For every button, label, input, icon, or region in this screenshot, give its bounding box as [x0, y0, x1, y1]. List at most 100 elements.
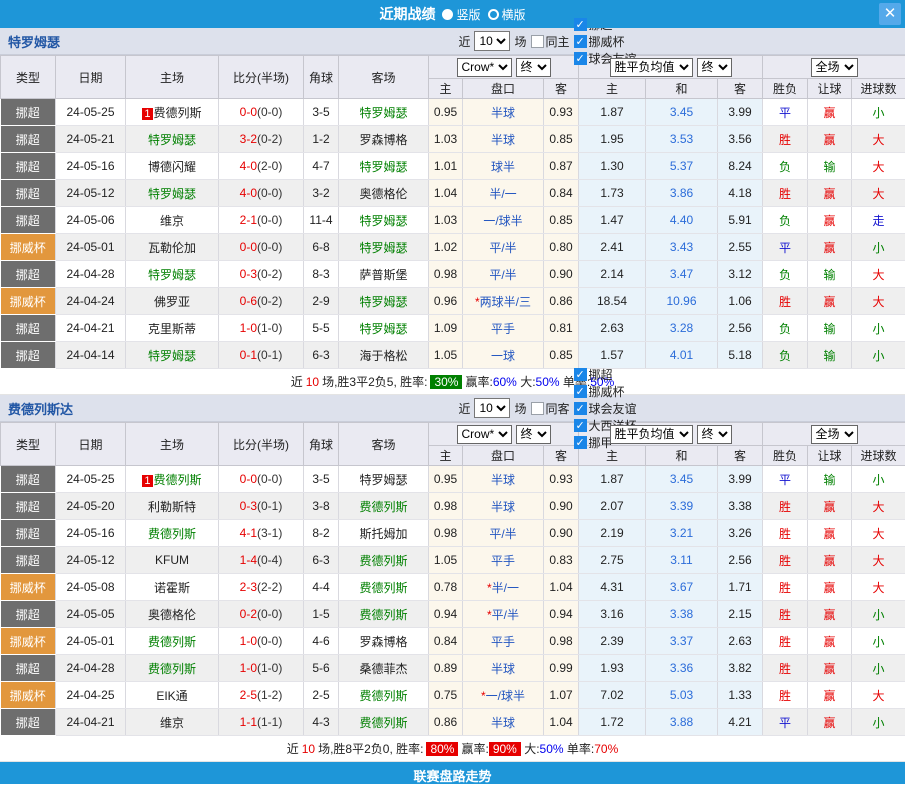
- half-time-score: (0-1): [257, 499, 282, 513]
- handicap-time-select[interactable]: 终: [516, 58, 551, 77]
- handicap-result-cell: 输: [808, 261, 852, 288]
- same-venue-filter[interactable]: 同主: [531, 33, 570, 50]
- scope-select[interactable]: 全场: [811, 58, 858, 77]
- home-team-cell: 1费德列斯: [126, 99, 219, 126]
- result-cell: 胜: [763, 126, 808, 153]
- corners-cell: 2-5: [304, 682, 339, 709]
- league-filter[interactable]: 挪威杯: [574, 383, 637, 400]
- match-count-select[interactable]: 10: [474, 31, 510, 51]
- league-filter-checkbox[interactable]: [574, 385, 587, 398]
- league-filter[interactable]: 挪超: [574, 366, 637, 383]
- footer-link-league-trend[interactable]: 联赛盘路走势: [0, 762, 905, 784]
- handicap-line-cell: *两球半/三: [463, 288, 544, 315]
- summary-part-value: 90%: [489, 742, 521, 756]
- handicap-home-odds: 0.94: [429, 601, 463, 628]
- handicap-away-odds: 0.93: [544, 466, 579, 493]
- bookmaker-select[interactable]: Crow*: [457, 58, 512, 77]
- league-type-cell: 挪超: [1, 315, 56, 342]
- handicap-home-odds: 1.02: [429, 234, 463, 261]
- match-date: 24-05-12: [56, 180, 126, 207]
- score-cell: 2-1(0-0): [219, 207, 304, 234]
- handicap-result-cell: 赢: [808, 709, 852, 736]
- home-team-cell: 1费德列斯: [126, 466, 219, 493]
- home-team-cell: 费德列斯: [126, 628, 219, 655]
- full-time-score: 0-0: [240, 240, 257, 254]
- away-team-cell: 萨普斯堡: [339, 261, 429, 288]
- league-type-cell: 挪超: [1, 342, 56, 369]
- away-team-name: 费德列斯: [359, 581, 407, 595]
- results-body: 挪超24-05-251费德列斯0-0(0-0)3-5特罗姆瑟0.95半球0.93…: [1, 466, 905, 736]
- goals-result-cell: 小: [852, 601, 905, 628]
- home-team-cell: 费德列斯: [126, 520, 219, 547]
- avg-odds-select[interactable]: 胜平负均值: [610, 58, 693, 77]
- same-venue-checkbox[interactable]: [531, 35, 544, 48]
- away-team-name: 费德列斯: [359, 554, 407, 568]
- odds-home-cell: 7.02: [579, 682, 646, 709]
- full-time-score: 4-0: [240, 186, 257, 200]
- odds-draw-cell: 3.36: [646, 655, 718, 682]
- home-team-cell: 维京: [126, 709, 219, 736]
- league-filter[interactable]: 球会友谊: [574, 400, 637, 417]
- radio-selected-icon[interactable]: [442, 9, 453, 20]
- match-count-select[interactable]: 10: [474, 398, 510, 418]
- handicap-line-cell: 平手: [463, 547, 544, 574]
- match-date: 24-05-25: [56, 99, 126, 126]
- away-team-name: 费德列斯: [359, 716, 407, 730]
- layout-vertical-radio[interactable]: 竖版: [442, 6, 480, 23]
- league-type-cell: 挪超: [1, 520, 56, 547]
- half-time-score: (0-0): [257, 634, 282, 648]
- same-venue-checkbox[interactable]: [531, 402, 544, 415]
- league-filter-checkbox[interactable]: [574, 402, 587, 415]
- handicap-time-select[interactable]: 终: [516, 425, 551, 444]
- half-time-score: (1-1): [257, 715, 282, 729]
- match-row: 挪超24-04-21克里斯蒂1-0(1-0)5-5特罗姆瑟1.09平手0.812…: [1, 315, 905, 342]
- full-time-score: 1-0: [240, 634, 257, 648]
- league-filter-checkbox[interactable]: [574, 436, 587, 449]
- odds-home-cell: 2.75: [579, 547, 646, 574]
- league-filter-checkbox[interactable]: [574, 52, 587, 65]
- away-team-cell: 费德列斯: [339, 493, 429, 520]
- goals-result-cell: 走: [852, 207, 905, 234]
- handicap-line: 平/半: [489, 527, 516, 541]
- match-row: 挪超24-05-16费德列斯4-1(3-1)8-2斯托姆加0.98平/半0.90…: [1, 520, 905, 547]
- league-filter[interactable]: 挪威杯: [574, 33, 637, 50]
- radio-unselected-icon[interactable]: [488, 9, 499, 20]
- goals-result-cell: 大: [852, 493, 905, 520]
- league-filter-checkbox[interactable]: [574, 35, 587, 48]
- away-team-cell: 费德列斯: [339, 709, 429, 736]
- corners-cell: 3-8: [304, 493, 339, 520]
- league-filter-checkbox[interactable]: [574, 368, 587, 381]
- handicap-away-odds: 0.86: [544, 288, 579, 315]
- avg-time-select[interactable]: 终: [697, 425, 732, 444]
- home-team-cell: 费德列斯: [126, 655, 219, 682]
- full-time-score: 1-0: [240, 661, 257, 675]
- league-filter-checkbox[interactable]: [574, 18, 587, 31]
- scope-select[interactable]: 全场: [811, 425, 858, 444]
- avg-time-select[interactable]: 终: [697, 58, 732, 77]
- bookmaker-select[interactable]: Crow*: [457, 425, 512, 444]
- away-team-name: 桑德菲杰: [359, 662, 407, 676]
- handicap-away-odds: 0.85: [544, 342, 579, 369]
- handicap-result-cell: 赢: [808, 99, 852, 126]
- col-handicap-result: 让球: [808, 79, 852, 99]
- half-time-score: (2-2): [257, 580, 282, 594]
- handicap-line: 球半: [491, 160, 515, 174]
- away-team-name: 费德列斯: [359, 608, 407, 622]
- same-venue-filter[interactable]: 同客: [531, 400, 570, 417]
- layout-horizontal-radio[interactable]: 横版: [488, 6, 526, 23]
- league-type-cell: 挪威杯: [1, 288, 56, 315]
- handicap-line-cell: 半球: [463, 493, 544, 520]
- summary-record: 场,胜8平2负0, 胜率:: [318, 740, 423, 757]
- handicap-line: 半球: [491, 500, 515, 514]
- handicap-line-cell: 平/半: [463, 520, 544, 547]
- close-icon[interactable]: ✕: [879, 3, 901, 25]
- handicap-home-odds: 0.96: [429, 288, 463, 315]
- home-team-cell: 特罗姆瑟: [126, 342, 219, 369]
- result-cell: 胜: [763, 180, 808, 207]
- goals-result-cell: 小: [852, 342, 905, 369]
- handicap-line-cell: 平手: [463, 628, 544, 655]
- handicap-away-odds: 0.85: [544, 207, 579, 234]
- league-filter-checkbox[interactable]: [574, 419, 587, 432]
- avg-odds-select[interactable]: 胜平负均值: [610, 425, 693, 444]
- result-cell: 胜: [763, 493, 808, 520]
